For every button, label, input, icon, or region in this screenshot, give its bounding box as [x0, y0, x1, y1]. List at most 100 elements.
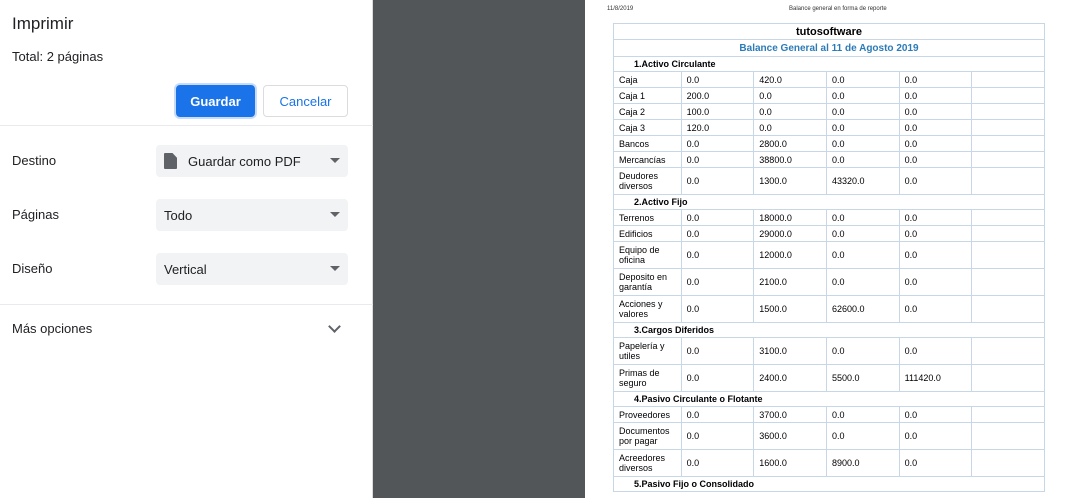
- empty-cell: [971, 103, 1045, 120]
- destination-select[interactable]: Guardar como PDF: [156, 145, 348, 177]
- amount-cell: 0.0: [825, 241, 900, 269]
- amount-cell: 0.0: [898, 135, 973, 152]
- save-button[interactable]: Guardar: [176, 85, 255, 117]
- cancel-button[interactable]: Cancelar: [263, 85, 348, 117]
- account-name: Acreedores diversos: [613, 449, 682, 477]
- account-name: Bancos: [613, 135, 682, 152]
- amount-cell: 0.0: [825, 422, 900, 450]
- amount-cell: 1300.0: [753, 167, 827, 195]
- destination-value: Guardar como PDF: [188, 153, 301, 169]
- dropdown-arrow-icon: [330, 212, 340, 217]
- table-row: Equipo de oficina 0.0 12000.0 0.0 0.0: [613, 241, 1045, 269]
- amount-cell: 0.0: [898, 87, 973, 104]
- table-row: Documentos por pagar 0.0 3600.0 0.0 0.0: [613, 422, 1045, 450]
- page-header-title: Balance general en forma de reporte: [789, 6, 887, 12]
- amount-cell: 0.0: [680, 241, 755, 269]
- amount-cell: 0.0: [898, 241, 973, 269]
- account-name: Equipo de oficina: [613, 241, 682, 269]
- amount-cell: 0.0: [898, 449, 973, 477]
- layout-label: Diseño: [12, 261, 53, 276]
- amount-cell: 0.0: [825, 406, 900, 423]
- more-options-toggle[interactable]: Más opciones: [12, 321, 92, 336]
- amount-cell: 62600.0: [825, 295, 900, 323]
- account-name: Mercancías: [613, 151, 682, 168]
- amount-cell: 0.0: [825, 119, 900, 136]
- amount-cell: 0.0: [825, 268, 900, 296]
- empty-cell: [971, 135, 1045, 152]
- empty-cell: [971, 241, 1045, 269]
- empty-cell: [971, 151, 1045, 168]
- account-name: Edificios: [613, 225, 682, 242]
- account-name: Documentos por pagar: [613, 422, 682, 450]
- section-title: 2.Activo Fijo: [613, 194, 1045, 210]
- table-row: Caja 1 200.0 0.0 0.0 0.0: [613, 87, 1045, 104]
- account-name: Deposito en garantía: [613, 268, 682, 296]
- print-preview-area[interactable]: 11/8/2019 Balance general en forma de re…: [373, 0, 1080, 498]
- amount-cell: 0.0: [898, 71, 973, 88]
- amount-cell: 0.0: [680, 209, 755, 226]
- amount-cell: 0.0: [898, 209, 973, 226]
- table-row: Proveedores 0.0 3700.0 0.0 0.0: [613, 406, 1045, 423]
- table-row: Mercancías 0.0 38800.0 0.0 0.0: [613, 151, 1045, 168]
- pages-select[interactable]: Todo: [156, 199, 348, 231]
- section-row: 3.Cargos Diferidos: [613, 322, 1045, 338]
- destination-label: Destino: [12, 153, 57, 168]
- account-name: Acciones y valores: [613, 295, 682, 323]
- empty-cell: [971, 87, 1045, 104]
- account-name: Caja 1: [613, 87, 682, 104]
- total-value: 2 páginas: [46, 49, 104, 64]
- amount-cell: 0.0: [825, 71, 900, 88]
- empty-cell: [971, 167, 1045, 195]
- empty-cell: [971, 225, 1045, 242]
- balance-table: tutosoftware Balance General al 11 de Ag…: [613, 23, 1045, 492]
- total-prefix: Total:: [12, 49, 47, 64]
- amount-cell: 1600.0: [753, 449, 827, 477]
- amount-cell: 18000.0: [753, 209, 827, 226]
- chevron-down-icon[interactable]: [328, 320, 341, 333]
- amount-cell: 120.0: [680, 119, 755, 136]
- amount-cell: 0.0: [680, 295, 755, 323]
- total-pages: Total: 2 páginas: [12, 49, 103, 64]
- amount-cell: 0.0: [898, 406, 973, 423]
- table-row: Papelería y utiles 0.0 3100.0 0.0 0.0: [613, 337, 1045, 365]
- report-subtitle: Balance General al 11 de Agosto 2019: [613, 39, 1045, 57]
- pages-label: Páginas: [12, 207, 59, 222]
- amount-cell: 8900.0: [825, 449, 900, 477]
- amount-cell: 5500.0: [825, 364, 900, 392]
- amount-cell: 200.0: [680, 87, 755, 104]
- amount-cell: 0.0: [898, 337, 973, 365]
- table-row: Caja 0.0 420.0 0.0 0.0: [613, 71, 1045, 88]
- account-name: Deudores diversos: [613, 167, 682, 195]
- table-row: Caja 3 120.0 0.0 0.0 0.0: [613, 119, 1045, 136]
- amount-cell: 420.0: [753, 71, 827, 88]
- amount-cell: 0.0: [680, 225, 755, 242]
- divider: [0, 304, 373, 305]
- layout-select[interactable]: Vertical: [156, 253, 348, 285]
- amount-cell: 0.0: [680, 135, 755, 152]
- amount-cell: 0.0: [825, 151, 900, 168]
- empty-cell: [971, 209, 1045, 226]
- account-name: Terrenos: [613, 209, 682, 226]
- print-settings-panel: Imprimir Total: 2 páginas Guardar Cancel…: [0, 0, 373, 498]
- table-row: Acreedores diversos 0.0 1600.0 8900.0 0.0: [613, 449, 1045, 477]
- amount-cell: 0.0: [825, 225, 900, 242]
- empty-cell: [971, 295, 1045, 323]
- amount-cell: 0.0: [825, 87, 900, 104]
- amount-cell: 0.0: [680, 167, 755, 195]
- section-title: 4.Pasivo Circulante o Flotante: [613, 391, 1045, 407]
- amount-cell: 0.0: [680, 71, 755, 88]
- document-icon: [164, 153, 177, 169]
- amount-cell: 0.0: [898, 167, 973, 195]
- section-title: 1.Activo Circulante: [613, 56, 1045, 72]
- empty-cell: [971, 364, 1045, 392]
- empty-cell: [971, 71, 1045, 88]
- amount-cell: 3100.0: [753, 337, 827, 365]
- amount-cell: 1500.0: [753, 295, 827, 323]
- account-name: Proveedores: [613, 406, 682, 423]
- company-name: tutosoftware: [613, 23, 1045, 40]
- table-row: Deudores diversos 0.0 1300.0 43320.0 0.0: [613, 167, 1045, 195]
- amount-cell: 0.0: [753, 103, 827, 120]
- account-name: Papelería y utiles: [613, 337, 682, 365]
- empty-cell: [971, 406, 1045, 423]
- table-row: Terrenos 0.0 18000.0 0.0 0.0: [613, 209, 1045, 226]
